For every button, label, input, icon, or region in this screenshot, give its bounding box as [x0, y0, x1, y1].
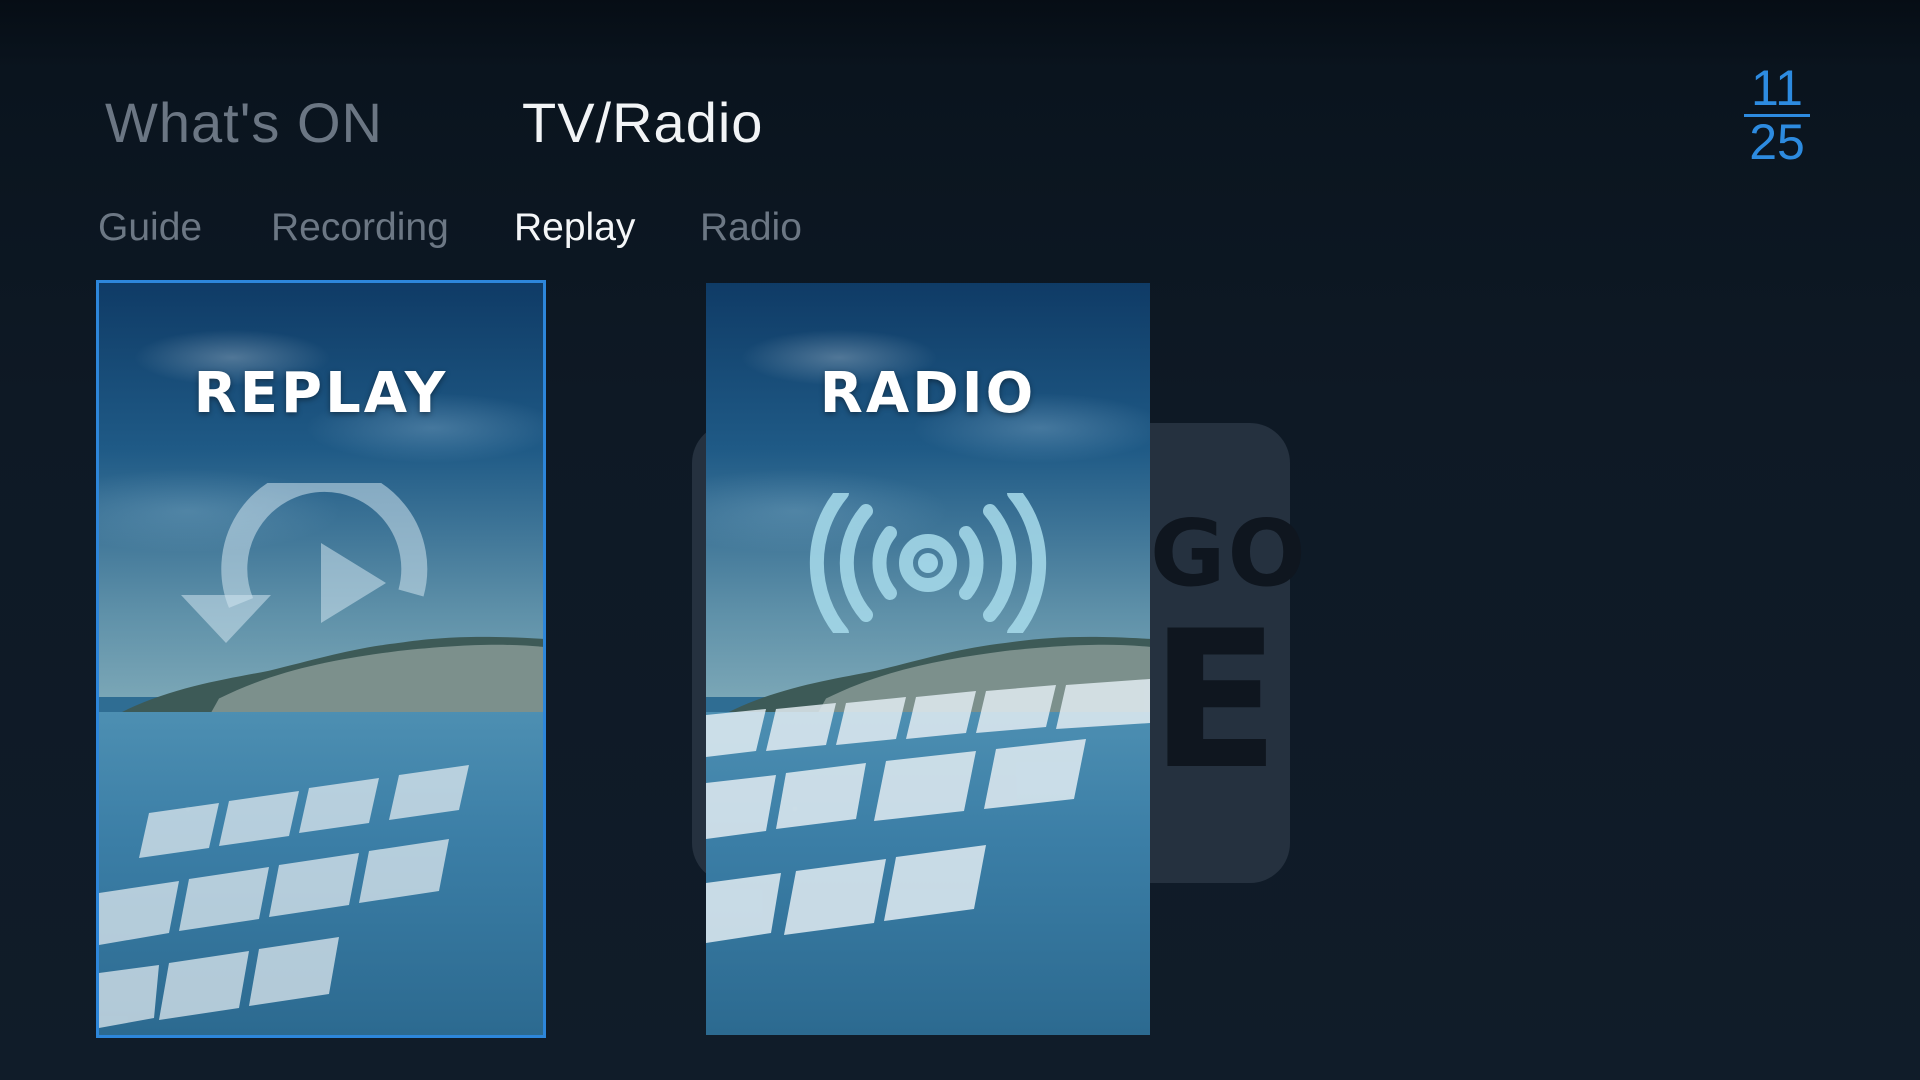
subtab-guide[interactable]: Guide: [98, 206, 202, 250]
background-logo-text-bottom: E: [1150, 590, 1280, 811]
clock-minutes: 25: [1749, 114, 1805, 170]
top-tab-tv-radio[interactable]: TV/Radio: [522, 90, 763, 155]
subtab-replay[interactable]: Replay: [514, 206, 635, 250]
replay-card[interactable]: REPLAY: [96, 280, 546, 1038]
radio-card-title: RADIO: [819, 361, 1037, 426]
clock-hours: 11: [1744, 63, 1810, 117]
replay-icon: [181, 483, 428, 643]
subtab-recording[interactable]: Recording: [271, 206, 449, 250]
radio-card[interactable]: RADIO: [706, 283, 1150, 1035]
top-tab-whats-on[interactable]: What's ON: [105, 90, 383, 155]
tv-radio-screen: GO E What's ON TV/Radio 11 25 Guide Reco…: [0, 0, 1920, 1080]
radio-broadcast-icon: [809, 493, 1047, 633]
replay-card-title: REPLAY: [193, 361, 449, 426]
clock: 11 25: [1744, 63, 1810, 170]
subtab-radio[interactable]: Radio: [700, 206, 802, 250]
